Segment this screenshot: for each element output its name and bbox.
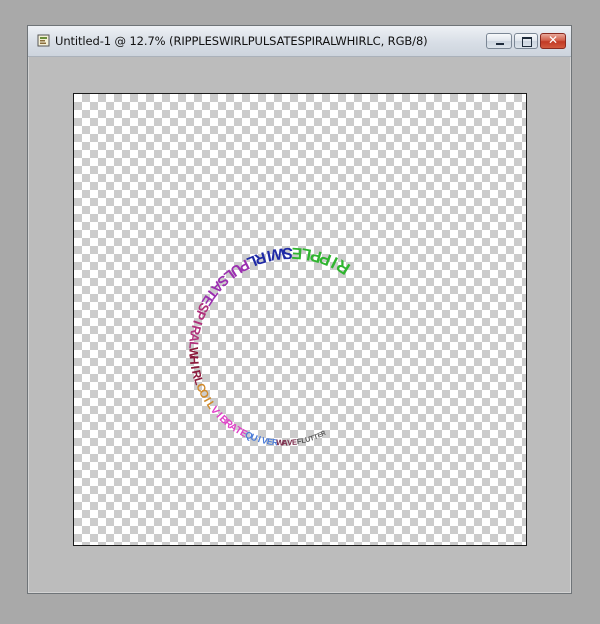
- spiral-word-quiver: QUIVER: [243, 429, 278, 448]
- title-bar[interactable]: Untitled-1 @ 12.7% (RIPPLESWIRLPULSATESP…: [28, 26, 571, 57]
- spiral-letter: H: [187, 355, 202, 365]
- spiral-word-swirl: SWIRL: [244, 244, 293, 271]
- close-icon: ✕: [547, 33, 559, 47]
- spiral-word-vibrate: VIBRATE: [208, 404, 250, 440]
- document-window: Untitled-1 @ 12.7% (RIPPLESWIRLPULSATESP…: [27, 25, 572, 594]
- minimize-icon: [496, 43, 504, 45]
- document-canvas[interactable]: RIPPLESWIRLPULSATESPIRALWHIRLCOILVIBRATE…: [73, 93, 527, 546]
- window-title: Untitled-1 @ 12.7% (RIPPLESWIRLPULSATESP…: [55, 34, 428, 48]
- spiral-text-art: RIPPLESWIRLPULSATESPIRALWHIRLCOILVIBRATE…: [186, 244, 353, 448]
- spiral-letter-group: RIPPLESWIRLPULSATESPIRALWHIRLCOILVIBRATE…: [186, 244, 353, 448]
- spiral-word-pulsate: PULSATE: [199, 255, 252, 308]
- spiral-word-spiral: SPIRAL: [186, 300, 212, 350]
- spiral-word-wave: WA V E: [276, 437, 298, 448]
- minimize-button[interactable]: [486, 33, 512, 49]
- maximize-button[interactable]: [514, 33, 538, 49]
- spiral-word-flutter: FLUTTER: [296, 430, 327, 447]
- spiral-word-ripple: RIPPLE: [291, 244, 354, 279]
- maximize-icon: [522, 37, 532, 47]
- close-button[interactable]: ✕: [540, 33, 566, 49]
- spiral-word-whirl: WHIRL: [186, 347, 205, 387]
- photoshop-document-icon: [37, 34, 50, 47]
